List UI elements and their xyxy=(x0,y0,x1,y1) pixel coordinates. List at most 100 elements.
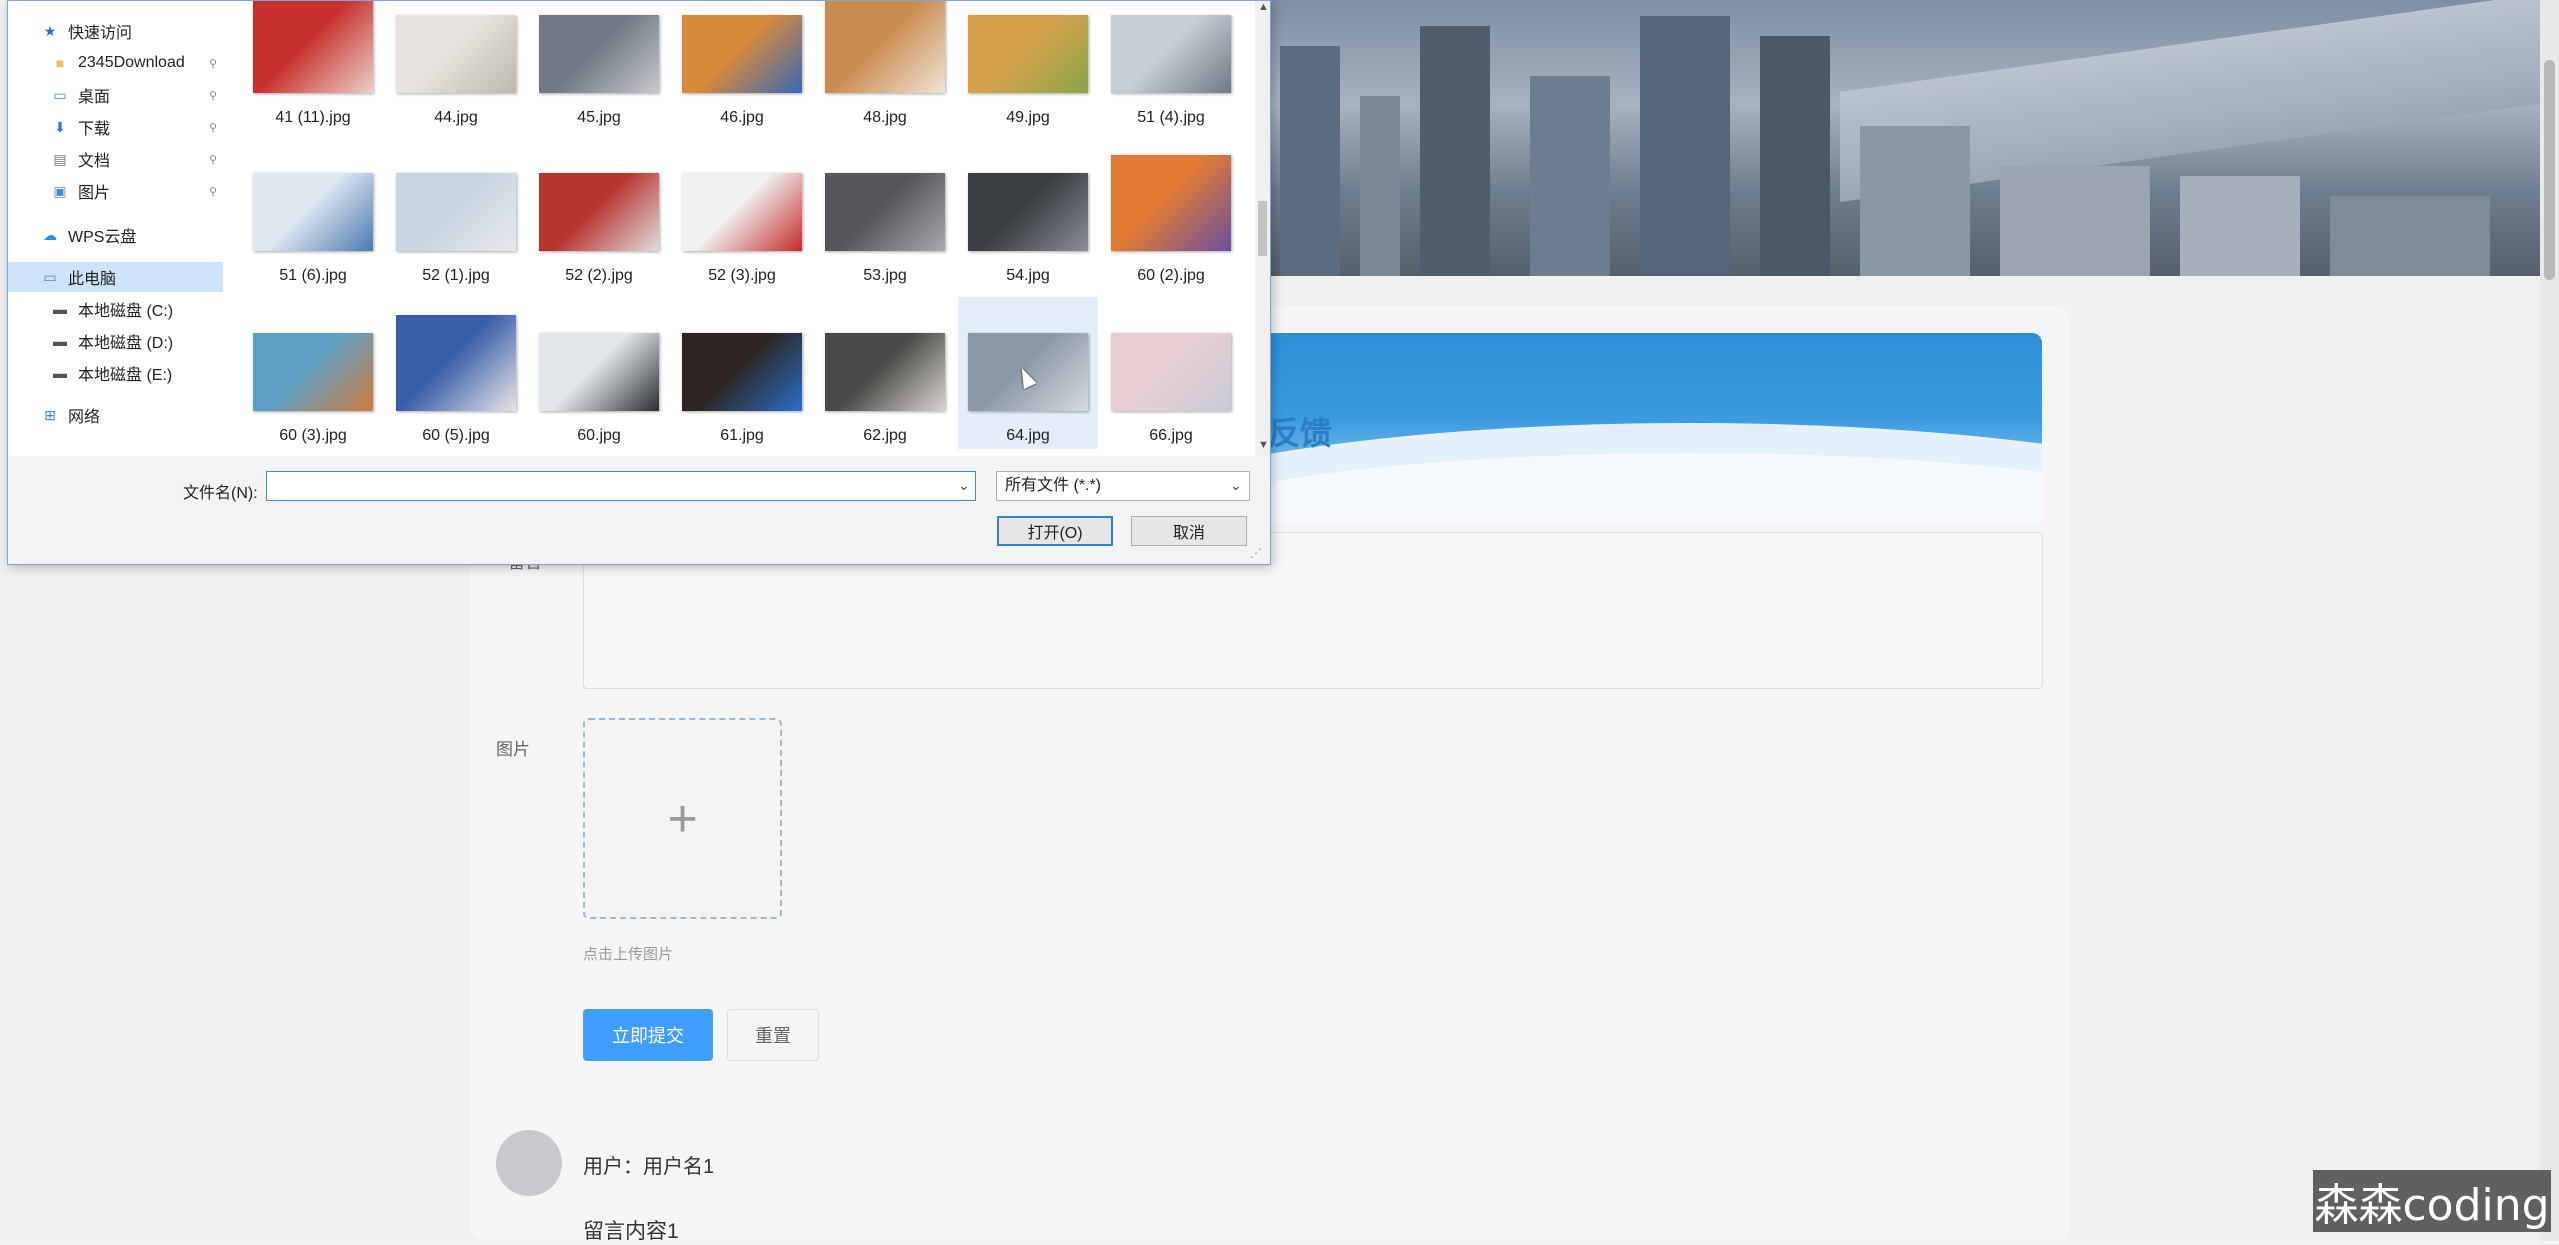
avatar xyxy=(496,1130,562,1196)
file-name: 49.jpg xyxy=(1006,109,1050,126)
resize-grip-icon[interactable]: ⋰ xyxy=(1250,546,1262,560)
desktop-icon: ▭ xyxy=(53,86,67,103)
file-thumbnail xyxy=(539,333,659,411)
file-thumbnail xyxy=(1111,333,1231,411)
file-thumbnail xyxy=(253,333,373,411)
feedback-title: 反馈 xyxy=(1268,415,1333,451)
file-tile[interactable]: 60 (5).jpg xyxy=(386,297,526,449)
nav-item-label: WPS云盘 xyxy=(68,229,137,246)
file-thumbnail xyxy=(1111,155,1231,251)
file-thumbnail xyxy=(396,173,516,251)
cancel-button[interactable]: 取消 xyxy=(1131,516,1247,546)
cloud-icon: ☁ xyxy=(43,226,57,243)
file-tile[interactable]: 52 (3).jpg xyxy=(672,137,812,289)
computer-icon: ▭ xyxy=(43,268,57,285)
star-pin-icon: ★ xyxy=(43,22,57,39)
file-tile[interactable]: 51 (6).jpg xyxy=(243,137,383,289)
nav-item[interactable]: ☁ WPS云盘 xyxy=(8,220,223,250)
image-upload-box[interactable]: + xyxy=(583,718,782,919)
file-name: 51 (6).jpg xyxy=(279,267,347,284)
nav-item[interactable]: ★ 快速访问 xyxy=(8,16,223,46)
file-name: 54.jpg xyxy=(1006,267,1050,284)
pictures-icon: ▣ xyxy=(53,182,67,199)
network-icon: ⊞ xyxy=(44,406,56,423)
file-tile[interactable]: 51 (4).jpg xyxy=(1101,1,1241,131)
nav-item[interactable]: ⬇ 下载 ⚲ xyxy=(8,112,223,142)
file-name: 60 (3).jpg xyxy=(279,427,347,444)
open-button[interactable]: 打开(O) xyxy=(997,516,1113,546)
nav-item[interactable]: ▤ 文档 ⚲ xyxy=(8,144,223,174)
file-tile[interactable]: 52 (2).jpg xyxy=(529,137,669,289)
nav-item-label: 本地磁盘 (C:) xyxy=(78,303,174,320)
file-tile[interactable]: 60 (2).jpg xyxy=(1101,137,1241,289)
folder-icon: ■ xyxy=(55,55,65,71)
reset-button[interactable]: 重置 xyxy=(727,1009,819,1061)
nav-item-label: 下载 xyxy=(78,121,111,138)
file-tile[interactable]: 60.jpg xyxy=(529,297,669,449)
file-name: 66.jpg xyxy=(1149,427,1193,444)
nav-item[interactable]: ⊞ 网络 xyxy=(8,400,223,430)
file-name: 52 (3).jpg xyxy=(708,267,776,284)
file-thumbnail xyxy=(682,173,802,251)
nav-item[interactable]: ▬ 本地磁盘 (C:) xyxy=(8,294,223,324)
file-tile[interactable]: 62.jpg xyxy=(815,297,955,449)
filename-input[interactable] xyxy=(266,471,976,501)
nav-item-label: 本地磁盘 (D:) xyxy=(78,335,174,352)
chevron-down-icon[interactable]: ⌄ xyxy=(958,477,970,494)
nav-item[interactable]: ▬ 本地磁盘 (D:) xyxy=(8,326,223,356)
feedback-header-banner xyxy=(1240,333,2042,525)
document-icon: ▤ xyxy=(53,150,67,167)
file-tile[interactable]: 46.jpg xyxy=(672,1,812,131)
scroll-down-arrow-icon[interactable]: ▼ xyxy=(1258,439,1269,451)
file-name: 52 (1).jpg xyxy=(422,267,490,284)
comment-user: 用户：用户名1 xyxy=(583,1156,715,1178)
file-tile[interactable]: 66.jpg xyxy=(1101,297,1241,449)
file-tile[interactable]: 44.jpg xyxy=(386,1,526,131)
file-tile[interactable]: 54.jpg xyxy=(958,137,1098,289)
file-tile[interactable]: 52 (1).jpg xyxy=(386,137,526,289)
file-thumbnail xyxy=(968,173,1088,251)
file-tile[interactable]: 41 (11).jpg xyxy=(243,1,383,131)
file-thumbnail xyxy=(682,333,802,411)
file-thumbnail xyxy=(396,15,516,93)
file-tile[interactable]: 53.jpg xyxy=(815,137,955,289)
file-tile[interactable]: 45.jpg xyxy=(529,1,669,131)
page-scrollbar-thumb[interactable] xyxy=(2544,60,2555,280)
filetype-select[interactable]: 所有文件 (*.*) xyxy=(996,471,1250,501)
file-thumbnail xyxy=(825,333,945,411)
file-open-dialog: ★ 快速访问 ■ 2345Download ⚲ ▭ 桌面 ⚲ ⬇ 下载 ⚲ ▤ 文档 ⚲ ▣ 图片 ⚲ ☁ WPS云… xyxy=(7,0,1271,565)
file-name: 44.jpg xyxy=(434,109,478,126)
drive-icon: ▬ xyxy=(53,333,67,349)
file-tile[interactable]: 61.jpg xyxy=(672,297,812,449)
file-name: 48.jpg xyxy=(863,109,907,126)
nav-item[interactable]: ▭ 此电脑 xyxy=(8,262,223,292)
file-name: 60 (2).jpg xyxy=(1137,267,1205,284)
file-list-scrollbar[interactable] xyxy=(1255,1,1270,456)
nav-item[interactable]: ▭ 桌面 ⚲ xyxy=(8,80,223,110)
file-tile[interactable]: 48.jpg xyxy=(815,1,955,131)
nav-item-label: 文档 xyxy=(78,153,111,170)
file-name: 41 (11).jpg xyxy=(275,109,351,126)
chevron-down-icon[interactable]: ⌄ xyxy=(1230,477,1242,494)
upload-hint: 点击上传图片 xyxy=(583,946,674,963)
city-banner-image xyxy=(1240,0,2540,276)
file-tile[interactable]: 60 (3).jpg xyxy=(243,297,383,449)
submit-button[interactable]: 立即提交 xyxy=(583,1009,713,1061)
file-tile[interactable]: 49.jpg xyxy=(958,1,1098,131)
nav-item[interactable]: ■ 2345Download ⚲ xyxy=(8,48,223,78)
nav-item[interactable]: ▣ 图片 ⚲ xyxy=(8,176,223,206)
nav-item-label: 图片 xyxy=(78,185,111,202)
watermark: 森森coding xyxy=(2313,1170,2551,1232)
pin-icon: ⚲ xyxy=(208,57,217,70)
drive-icon: ▬ xyxy=(53,301,67,317)
nav-item-label: 本地磁盘 (E:) xyxy=(78,367,173,384)
file-thumbnail xyxy=(253,173,373,251)
file-name: 62.jpg xyxy=(863,427,907,444)
nav-item-label: 快速访问 xyxy=(68,25,133,42)
scroll-up-arrow-icon[interactable]: ▲ xyxy=(1258,1,1269,13)
file-name: 64.jpg xyxy=(1006,427,1050,444)
file-name: 53.jpg xyxy=(863,267,907,284)
file-name: 61.jpg xyxy=(720,427,764,444)
navigation-pane: ★ 快速访问 ■ 2345Download ⚲ ▭ 桌面 ⚲ ⬇ 下载 ⚲ ▤ 文档 ⚲ ▣ 图片 ⚲ ☁ WPS云… xyxy=(8,1,223,456)
nav-item[interactable]: ▬ 本地磁盘 (E:) xyxy=(8,358,223,388)
